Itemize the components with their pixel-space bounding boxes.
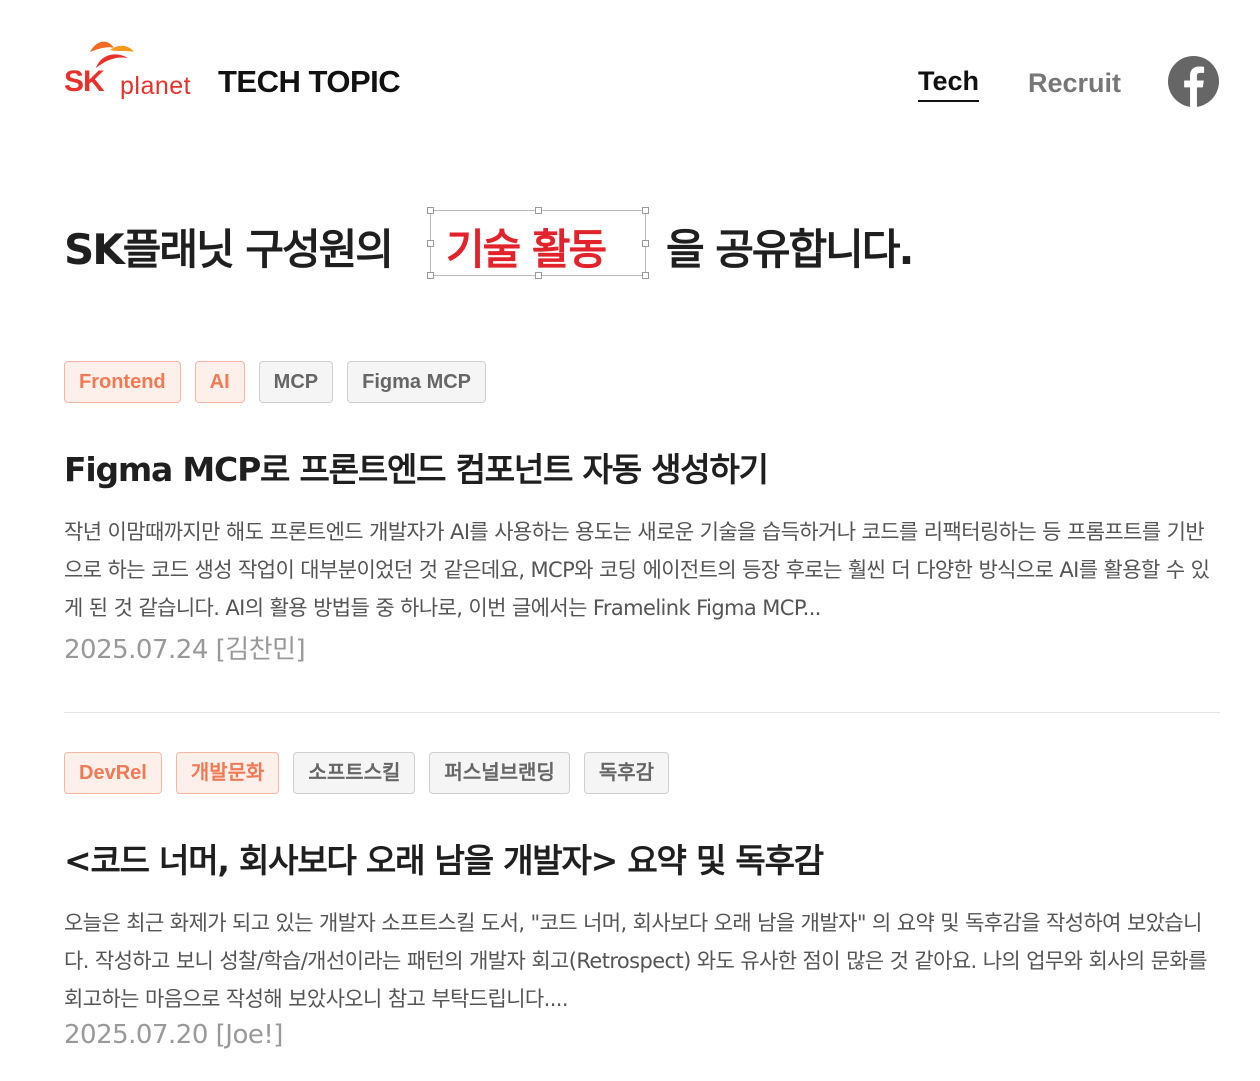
article-card[interactable]: DevRel 개발문화 소프트스킬 퍼스널브랜딩 독후감 <코드 너머, 회사보… [64, 752, 1220, 1072]
tag-mcp[interactable]: MCP [258, 361, 334, 403]
article-meta: 2025.07.24 [김찬민] [64, 635, 306, 665]
article-title[interactable]: Figma MCP로 프론트엔드 컴포넌트 자동 생성하기 [64, 443, 769, 491]
logo-planet-text: planet [120, 72, 192, 100]
selection-handle [427, 240, 434, 247]
selection-handle [535, 207, 542, 214]
article-summary: 오늘은 최근 화제가 되고 있는 개발자 소프트스킬 도서, "코드 너머, 회… [64, 911, 1207, 1011]
tag-frontend[interactable]: Frontend [64, 361, 181, 403]
nav-recruit-link[interactable]: Recruit [1028, 68, 1121, 99]
tag-book-review[interactable]: 독후감 [583, 752, 670, 794]
hero-suffix: 을 공유합니다. [666, 225, 914, 274]
tag-devrel[interactable]: DevRel [64, 752, 162, 794]
selection-handle [427, 207, 434, 214]
logo-sk-text: SK [64, 65, 105, 98]
selection-handle [642, 272, 649, 279]
divider [64, 712, 1220, 713]
selection-handle [427, 272, 434, 279]
facebook-icon[interactable] [1167, 55, 1220, 108]
tag-list: DevRel 개발문화 소프트스킬 퍼스널브랜딩 독후감 [64, 752, 670, 794]
article-title[interactable]: <코드 너머, 회사보다 오래 남을 개발자> 요약 및 독후감 [64, 834, 824, 882]
selection-handle [642, 240, 649, 247]
tag-ai[interactable]: AI [194, 361, 245, 403]
tag-soft-skill[interactable]: 소프트스킬 [293, 752, 416, 794]
hero-prefix: SK플래닛 구성원의 [64, 225, 394, 274]
hero-highlight: 기술 활동 [446, 225, 607, 274]
tag-personal-branding[interactable]: 퍼스널브랜딩 [429, 752, 570, 794]
article-meta: 2025.07.20 [Joe!] [64, 1020, 283, 1050]
nav-tech-link[interactable]: Tech [918, 66, 980, 102]
article-card[interactable]: Frontend AI MCP Figma MCP Figma MCP로 프론트… [64, 361, 1220, 681]
hero-heading: SK플래닛 구성원의 기술 활동 을 공유합니다. [64, 207, 1224, 280]
brand-title[interactable]: TECH TOPIC [218, 64, 401, 100]
article-summary: 작년 이맘때까지만 해도 프론트엔드 개발자가 AI를 사용하는 용도는 새로운… [64, 520, 1210, 620]
site-header: SK planet TECH TOPIC Tech Recruit [64, 38, 1220, 118]
tag-dev-culture[interactable]: 개발문화 [175, 752, 280, 794]
sk-planet-logo[interactable]: SK planet [64, 38, 204, 104]
tag-list: Frontend AI MCP Figma MCP [64, 361, 487, 403]
tag-figma-mcp[interactable]: Figma MCP [347, 361, 487, 403]
selection-handle [642, 207, 649, 214]
